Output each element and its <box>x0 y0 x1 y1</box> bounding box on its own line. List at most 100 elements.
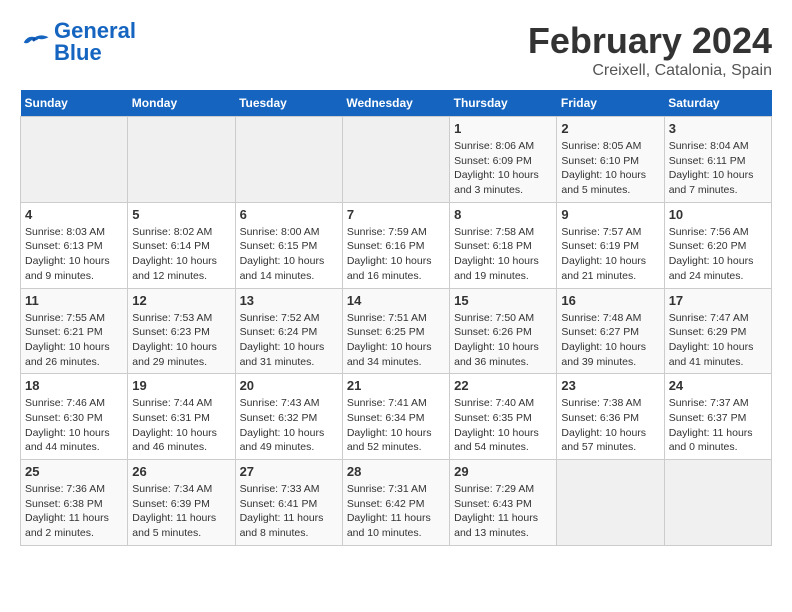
table-row: 8 Sunrise: 7:58 AM Sunset: 6:18 PM Daylig… <box>450 202 557 288</box>
day-info: Sunrise: 7:48 AM Sunset: 6:27 PM Dayligh… <box>561 311 659 370</box>
table-row: 2 Sunrise: 8:05 AM Sunset: 6:10 PM Daylig… <box>557 117 664 203</box>
day-number: 25 <box>25 464 123 479</box>
day-info: Sunrise: 8:05 AM Sunset: 6:10 PM Dayligh… <box>561 139 659 198</box>
day-number: 8 <box>454 207 552 222</box>
table-row: 17 Sunrise: 7:47 AM Sunset: 6:29 PM Dayli… <box>664 288 771 374</box>
table-row: 18 Sunrise: 7:46 AM Sunset: 6:30 PM Dayli… <box>21 374 128 460</box>
day-info: Sunrise: 7:29 AM Sunset: 6:43 PM Dayligh… <box>454 482 552 541</box>
day-info: Sunrise: 7:44 AM Sunset: 6:31 PM Dayligh… <box>132 396 230 455</box>
col-thursday: Thursday <box>450 90 557 117</box>
day-number: 6 <box>240 207 338 222</box>
day-number: 4 <box>25 207 123 222</box>
table-row: 27Sunrise: 7:33 AM Sunset: 6:41 PM Dayli… <box>235 460 342 546</box>
logo-blue: Blue <box>54 40 102 65</box>
day-info: Sunrise: 7:37 AM Sunset: 6:37 PM Dayligh… <box>669 396 767 455</box>
day-info: Sunrise: 7:59 AM Sunset: 6:16 PM Dayligh… <box>347 225 445 284</box>
day-number: 12 <box>132 293 230 308</box>
day-info: Sunrise: 8:04 AM Sunset: 6:11 PM Dayligh… <box>669 139 767 198</box>
day-number: 11 <box>25 293 123 308</box>
table-row: 10Sunrise: 7:56 AM Sunset: 6:20 PM Dayli… <box>664 202 771 288</box>
day-info: Sunrise: 7:36 AM Sunset: 6:38 PM Dayligh… <box>25 482 123 541</box>
day-number: 17 <box>669 293 767 308</box>
table-row: 13 Sunrise: 7:52 AM Sunset: 6:24 PM Dayli… <box>235 288 342 374</box>
table-row: 3 Sunrise: 8:04 AM Sunset: 6:11 PM Daylig… <box>664 117 771 203</box>
col-wednesday: Wednesday <box>342 90 449 117</box>
table-row: 21Sunrise: 7:41 AM Sunset: 6:34 PM Dayli… <box>342 374 449 460</box>
day-info: Sunrise: 7:50 AM Sunset: 6:26 PM Dayligh… <box>454 311 552 370</box>
logo-text: General Blue <box>54 20 136 64</box>
col-tuesday: Tuesday <box>235 90 342 117</box>
day-info: Sunrise: 8:00 AM Sunset: 6:15 PM Dayligh… <box>240 225 338 284</box>
calendar-week-row: 11 Sunrise: 7:55 AM Sunset: 6:21 PM Dayli… <box>21 288 772 374</box>
table-row: 4 Sunrise: 8:03 AM Sunset: 6:13 PM Daylig… <box>21 202 128 288</box>
day-number: 29 <box>454 464 552 479</box>
table-row: 15 Sunrise: 7:50 AM Sunset: 6:26 PM Dayli… <box>450 288 557 374</box>
table-row <box>235 117 342 203</box>
day-info: Sunrise: 7:58 AM Sunset: 6:18 PM Dayligh… <box>454 225 552 284</box>
table-row: 7 Sunrise: 7:59 AM Sunset: 6:16 PM Daylig… <box>342 202 449 288</box>
day-number: 20 <box>240 378 338 393</box>
calendar-week-row: 4 Sunrise: 8:03 AM Sunset: 6:13 PM Daylig… <box>21 202 772 288</box>
table-row <box>557 460 664 546</box>
table-row <box>342 117 449 203</box>
day-info: Sunrise: 7:56 AM Sunset: 6:20 PM Dayligh… <box>669 225 767 284</box>
day-info: Sunrise: 7:46 AM Sunset: 6:30 PM Dayligh… <box>25 396 123 455</box>
day-info: Sunrise: 7:47 AM Sunset: 6:29 PM Dayligh… <box>669 311 767 370</box>
calendar-header-row: Sunday Monday Tuesday Wednesday Thursday… <box>21 90 772 117</box>
table-row: 23 Sunrise: 7:38 AM Sunset: 6:36 PM Dayli… <box>557 374 664 460</box>
day-info: Sunrise: 8:03 AM Sunset: 6:13 PM Dayligh… <box>25 225 123 284</box>
day-info: Sunrise: 7:52 AM Sunset: 6:24 PM Dayligh… <box>240 311 338 370</box>
table-row <box>664 460 771 546</box>
day-number: 7 <box>347 207 445 222</box>
day-info: Sunrise: 7:55 AM Sunset: 6:21 PM Dayligh… <box>25 311 123 370</box>
location-title: Creixell, Catalonia, Spain <box>528 62 772 80</box>
day-number: 15 <box>454 293 552 308</box>
table-row: 5 Sunrise: 8:02 AM Sunset: 6:14 PM Daylig… <box>128 202 235 288</box>
day-number: 3 <box>669 121 767 136</box>
day-info: Sunrise: 7:53 AM Sunset: 6:23 PM Dayligh… <box>132 311 230 370</box>
table-row: 6 Sunrise: 8:00 AM Sunset: 6:15 PM Daylig… <box>235 202 342 288</box>
table-row: 1 Sunrise: 8:06 AM Sunset: 6:09 PM Daylig… <box>450 117 557 203</box>
day-info: Sunrise: 7:43 AM Sunset: 6:32 PM Dayligh… <box>240 396 338 455</box>
day-number: 5 <box>132 207 230 222</box>
day-info: Sunrise: 7:38 AM Sunset: 6:36 PM Dayligh… <box>561 396 659 455</box>
day-number: 22 <box>454 378 552 393</box>
table-row: 12 Sunrise: 7:53 AM Sunset: 6:23 PM Dayli… <box>128 288 235 374</box>
day-number: 2 <box>561 121 659 136</box>
day-number: 1 <box>454 121 552 136</box>
table-row: 20 Sunrise: 7:43 AM Sunset: 6:32 PM Dayli… <box>235 374 342 460</box>
day-number: 23 <box>561 378 659 393</box>
day-info: Sunrise: 8:02 AM Sunset: 6:14 PM Dayligh… <box>132 225 230 284</box>
table-row: 28Sunrise: 7:31 AM Sunset: 6:42 PM Dayli… <box>342 460 449 546</box>
table-row <box>21 117 128 203</box>
day-number: 26 <box>132 464 230 479</box>
day-number: 27 <box>240 464 338 479</box>
month-title: February 2024 <box>528 20 772 62</box>
calendar-week-row: 1 Sunrise: 8:06 AM Sunset: 6:09 PM Daylig… <box>21 117 772 203</box>
day-number: 16 <box>561 293 659 308</box>
day-number: 9 <box>561 207 659 222</box>
day-info: Sunrise: 7:51 AM Sunset: 6:25 PM Dayligh… <box>347 311 445 370</box>
day-info: Sunrise: 7:40 AM Sunset: 6:35 PM Dayligh… <box>454 396 552 455</box>
day-number: 19 <box>132 378 230 393</box>
day-info: Sunrise: 8:06 AM Sunset: 6:09 PM Dayligh… <box>454 139 552 198</box>
table-row: 11 Sunrise: 7:55 AM Sunset: 6:21 PM Dayli… <box>21 288 128 374</box>
day-number: 18 <box>25 378 123 393</box>
day-number: 13 <box>240 293 338 308</box>
day-number: 14 <box>347 293 445 308</box>
day-number: 21 <box>347 378 445 393</box>
table-row: 29 Sunrise: 7:29 AM Sunset: 6:43 PM Dayli… <box>450 460 557 546</box>
title-block: February 2024 Creixell, Catalonia, Spain <box>528 20 772 80</box>
table-row <box>128 117 235 203</box>
day-number: 24 <box>669 378 767 393</box>
table-row: 24 Sunrise: 7:37 AM Sunset: 6:37 PM Dayli… <box>664 374 771 460</box>
calendar-week-row: 18 Sunrise: 7:46 AM Sunset: 6:30 PM Dayli… <box>21 374 772 460</box>
col-sunday: Sunday <box>21 90 128 117</box>
page-header: General Blue February 2024 Creixell, Cat… <box>20 20 772 80</box>
table-row: 22 Sunrise: 7:40 AM Sunset: 6:35 PM Dayli… <box>450 374 557 460</box>
logo: General Blue <box>20 20 136 64</box>
table-row: 26Sunrise: 7:34 AM Sunset: 6:39 PM Dayli… <box>128 460 235 546</box>
table-row: 14 Sunrise: 7:51 AM Sunset: 6:25 PM Dayli… <box>342 288 449 374</box>
day-info: Sunrise: 7:57 AM Sunset: 6:19 PM Dayligh… <box>561 225 659 284</box>
calendar-week-row: 25 Sunrise: 7:36 AM Sunset: 6:38 PM Dayli… <box>21 460 772 546</box>
